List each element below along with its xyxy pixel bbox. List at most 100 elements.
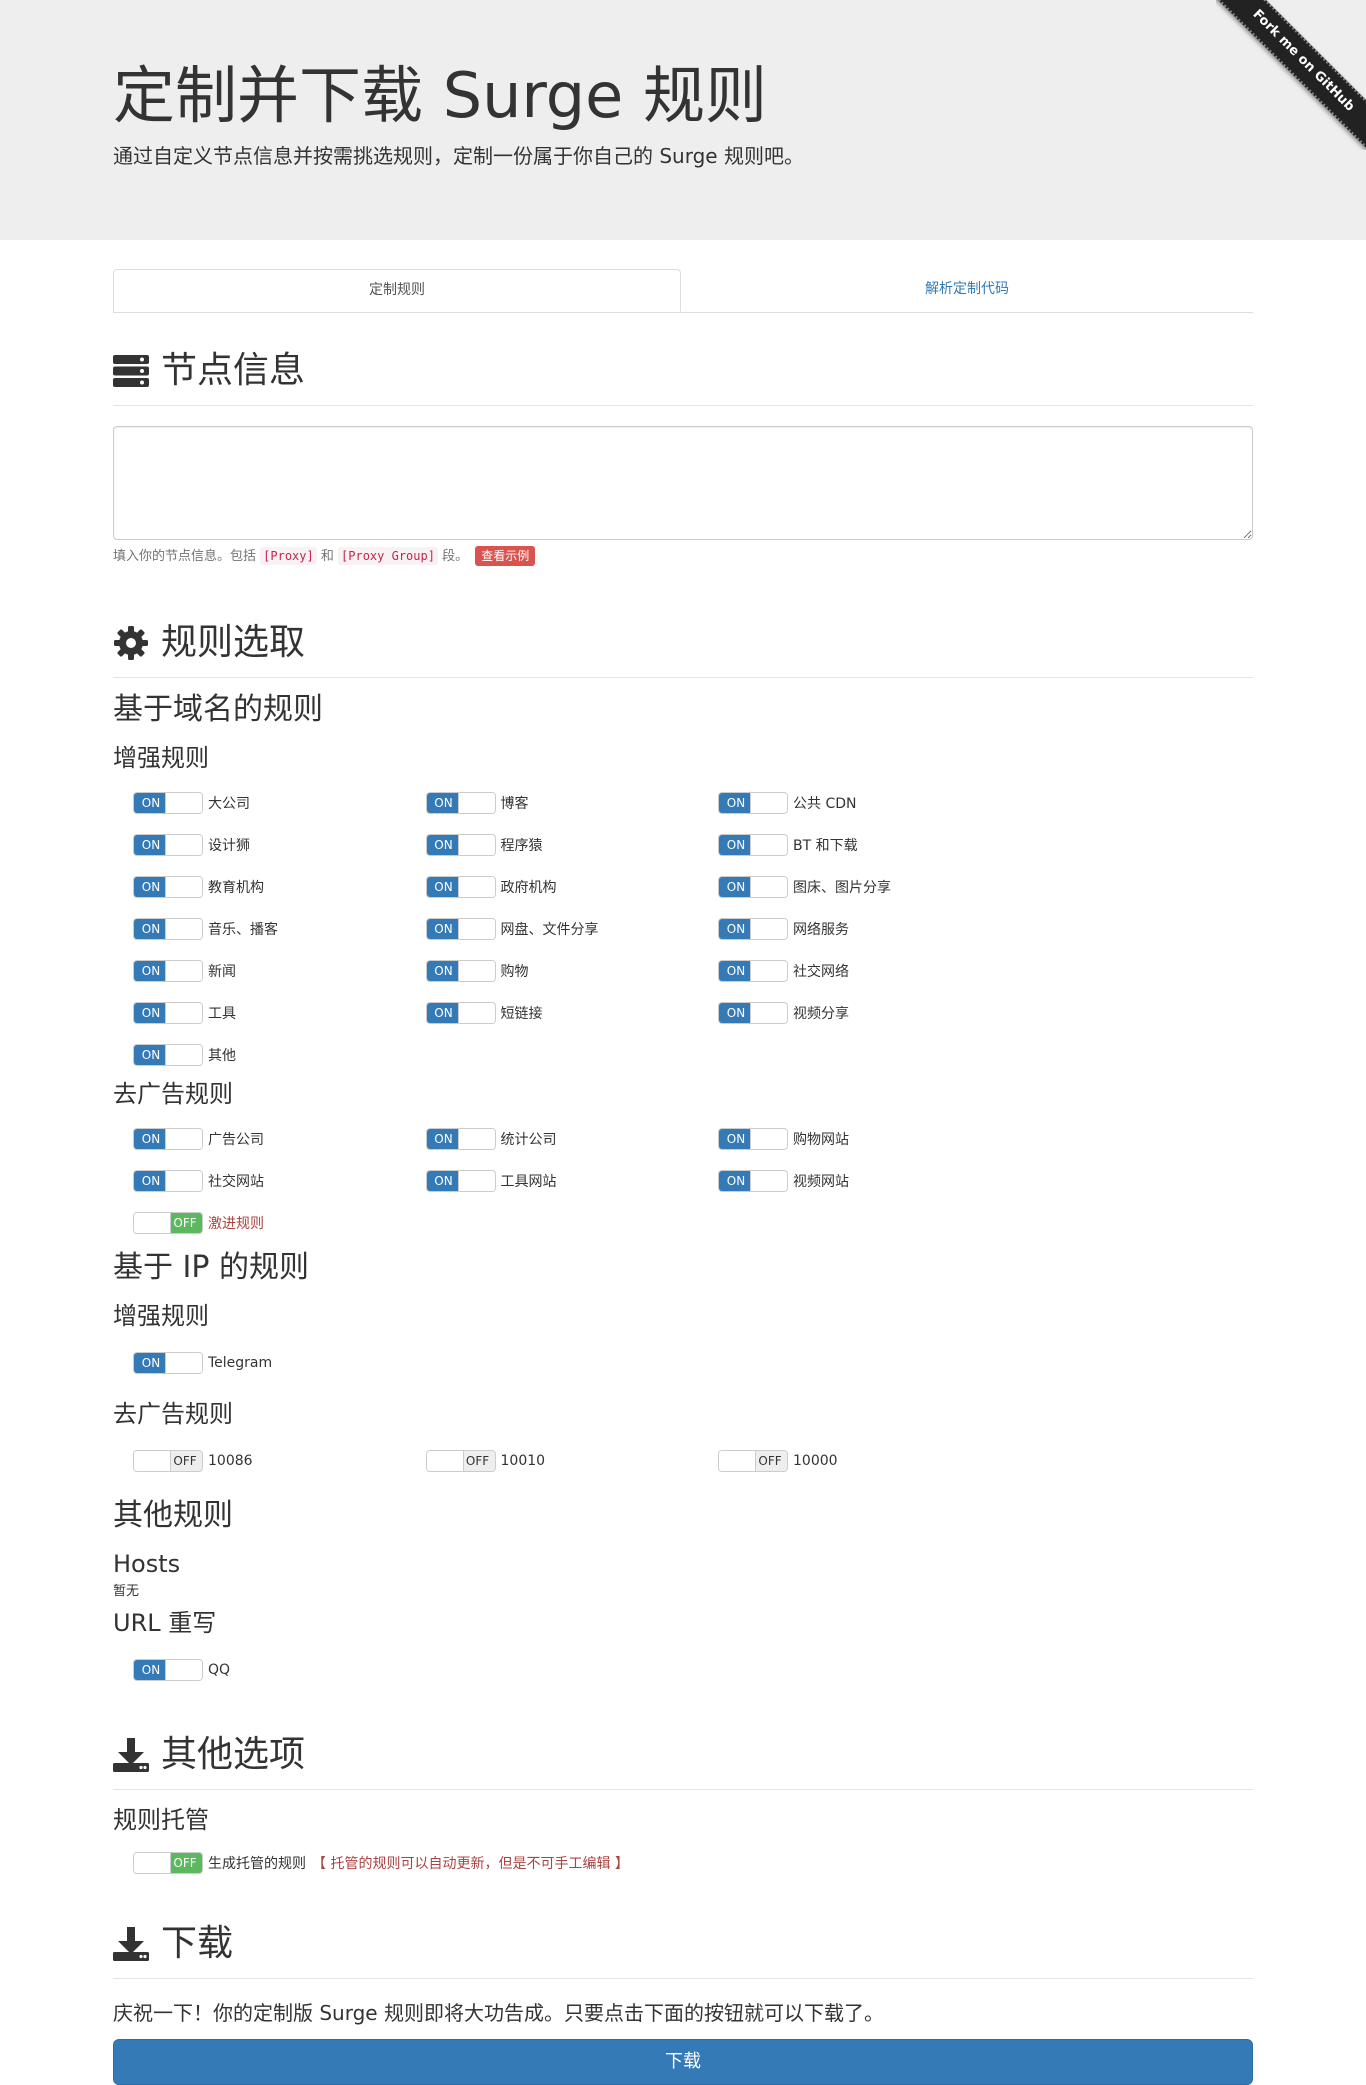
rule-option[interactable]: ON 博客 (406, 782, 699, 824)
rule-option[interactable]: ON 广告公司 (113, 1118, 406, 1160)
hosting-toggle-state: OFF (168, 1853, 202, 1873)
rule-toggle[interactable]: ON (425, 792, 496, 814)
rule-toggle[interactable]: ON (425, 918, 496, 940)
rule-toggle[interactable]: ON (133, 1659, 203, 1681)
help-text-suffix: 段。 (442, 549, 469, 564)
rule-toggle[interactable]: ON (425, 1170, 496, 1192)
tab-parse-code[interactable]: 解析定制代码 (683, 269, 1251, 310)
rule-option[interactable]: ON 统计公司 (406, 1118, 699, 1160)
rule-option[interactable]: ON 社交网站 (113, 1160, 406, 1202)
rule-toggle[interactable]: ON (718, 1170, 788, 1192)
rule-option[interactable]: ON 大公司 (113, 782, 406, 824)
hosting-label: 生成托管的规则 (208, 1856, 306, 1872)
rule-toggle[interactable]: ON (718, 876, 788, 898)
rule-toggle[interactable]: ON (718, 918, 788, 940)
rule-toggle[interactable]: ON (133, 918, 203, 940)
rule-option[interactable]: ON 政府机构 (406, 866, 699, 908)
rule-toggle[interactable]: ON (133, 834, 203, 856)
rule-toggle[interactable]: ON (718, 1002, 788, 1024)
rule-option[interactable]: ON 新闻 (113, 950, 406, 992)
rule-toggle[interactable]: ON (133, 1128, 203, 1150)
rule-option[interactable]: ON QQ (113, 1649, 406, 1691)
help-code-proxy-group: [Proxy Group] (338, 547, 438, 565)
domain-adblock-heading: 去广告规则 (113, 1080, 233, 1108)
rule-toggle-state: ON (134, 961, 168, 981)
rule-toggle[interactable]: ON (133, 792, 203, 814)
rule-toggle-state: ON (134, 1045, 168, 1065)
rule-option[interactable]: ON 购物网站 (698, 1118, 991, 1160)
rule-toggle[interactable]: ON (425, 876, 496, 898)
rule-option[interactable]: ON 购物 (406, 950, 699, 992)
hosting-toggle[interactable]: OFF (133, 1852, 203, 1874)
view-example-button[interactable]: 查看示例 (475, 546, 536, 566)
rule-toggle-state: ON (134, 877, 168, 897)
rule-option[interactable]: ON 音乐、播客 (113, 908, 406, 950)
url-rewrite-grid: ON QQ (113, 1649, 1253, 1691)
rule-option[interactable]: ON BT 和下载 (698, 824, 991, 866)
domain-enhance-grid: ON 大公司 ON 博客 ON 公共 CDN ON 设计狮 ON 程序猿 ON BT 和下载 ON 教育机… (113, 782, 1253, 1076)
rule-toggle[interactable]: ON (425, 960, 496, 982)
rule-toggle[interactable]: ON (425, 1002, 496, 1024)
rule-option[interactable]: ON 工具网站 (406, 1160, 699, 1202)
tab-bar: 定制规则 解析定制代码 (113, 268, 1253, 313)
hosting-option[interactable]: OFF 生成托管的规则 【 托管的规则可以自动更新，但是不可手工编辑 】 (113, 1842, 1253, 1884)
rule-toggle[interactable]: ON (133, 1002, 203, 1024)
jumbotron-header: 定制并下载 Surge 规则 通过自定义节点信息并按需挑选规则，定制一份属于你自… (0, 0, 1366, 240)
rule-option[interactable]: ON 视频网站 (698, 1160, 991, 1202)
toggle-knob (457, 835, 495, 855)
main-container: 定制规则 解析定制代码 节点信息 填入你的节点信息。包括 [Proxy] 和 [… (113, 268, 1253, 2085)
rule-toggle[interactable]: ON (718, 834, 788, 856)
toggle-knob (719, 1451, 756, 1471)
node-info-textarea[interactable] (113, 426, 1253, 540)
rule-toggle-state: ON (134, 1660, 168, 1680)
rule-option[interactable]: OFF 10086 (113, 1440, 406, 1482)
toggle-knob (457, 1171, 495, 1191)
rule-toggle[interactable]: ON (425, 834, 496, 856)
rule-toggle[interactable]: OFF (425, 1450, 496, 1472)
rule-label: 大公司 (208, 796, 250, 812)
rule-option[interactable]: ON 社交网络 (698, 950, 991, 992)
rule-option[interactable]: ON 短链接 (406, 992, 699, 1034)
rule-option[interactable]: ON 教育机构 (113, 866, 406, 908)
rule-toggle[interactable]: ON (133, 1044, 203, 1066)
rule-toggle[interactable]: ON (718, 792, 788, 814)
rule-option[interactable]: ON Telegram (113, 1342, 406, 1384)
rule-toggle[interactable]: ON (133, 876, 203, 898)
ip-enhance-heading: 增强规则 (113, 1302, 209, 1330)
rule-option[interactable]: ON 设计狮 (113, 824, 406, 866)
rule-toggle[interactable]: ON (133, 1170, 203, 1192)
rule-label: 10000 (793, 1453, 838, 1469)
rule-label: 网盘、文件分享 (500, 922, 599, 938)
rule-toggle[interactable]: ON (718, 960, 788, 982)
rule-toggle[interactable]: ON (718, 1128, 788, 1150)
rule-toggle[interactable]: OFF (133, 1212, 203, 1234)
rule-option[interactable]: ON 程序猿 (406, 824, 699, 866)
rule-toggle-state: ON (426, 1003, 461, 1023)
rule-option[interactable]: ON 其他 (113, 1034, 406, 1076)
rule-option[interactable]: OFF 10000 (698, 1440, 991, 1482)
rule-label: 视频分享 (793, 1006, 849, 1022)
rule-option[interactable]: ON 工具 (113, 992, 406, 1034)
rule-toggle-state: ON (134, 1171, 168, 1191)
rule-option[interactable]: OFF 激进规则 (113, 1202, 406, 1244)
hosting-heading: 规则托管 (113, 1806, 209, 1834)
rule-option[interactable]: OFF 10010 (406, 1440, 699, 1482)
rule-option[interactable]: ON 网络服务 (698, 908, 991, 950)
rule-option[interactable]: ON 视频分享 (698, 992, 991, 1034)
rule-option[interactable]: ON 图床、图片分享 (698, 866, 991, 908)
rule-toggle[interactable]: ON (133, 1352, 203, 1374)
rule-toggle[interactable]: OFF (718, 1450, 788, 1472)
download-button[interactable]: 下载 (113, 2039, 1253, 2085)
rule-toggle[interactable]: ON (425, 1128, 496, 1150)
github-ribbon-label[interactable]: Fork me on GitHub (1216, 0, 1366, 150)
rule-label: 短链接 (500, 1006, 543, 1022)
toggle-knob (750, 919, 787, 939)
rule-option[interactable]: ON 公共 CDN (698, 782, 991, 824)
rule-option[interactable]: ON 网盘、文件分享 (406, 908, 699, 950)
rule-label: 10010 (500, 1453, 546, 1469)
rule-toggle[interactable]: ON (133, 960, 203, 982)
github-ribbon[interactable]: Fork me on GitHub (1216, 0, 1366, 150)
section-title-other-options: 其他选项 (161, 1734, 306, 1775)
tab-customize-rules[interactable]: 定制规则 (113, 269, 681, 312)
rule-toggle[interactable]: OFF (133, 1450, 203, 1472)
